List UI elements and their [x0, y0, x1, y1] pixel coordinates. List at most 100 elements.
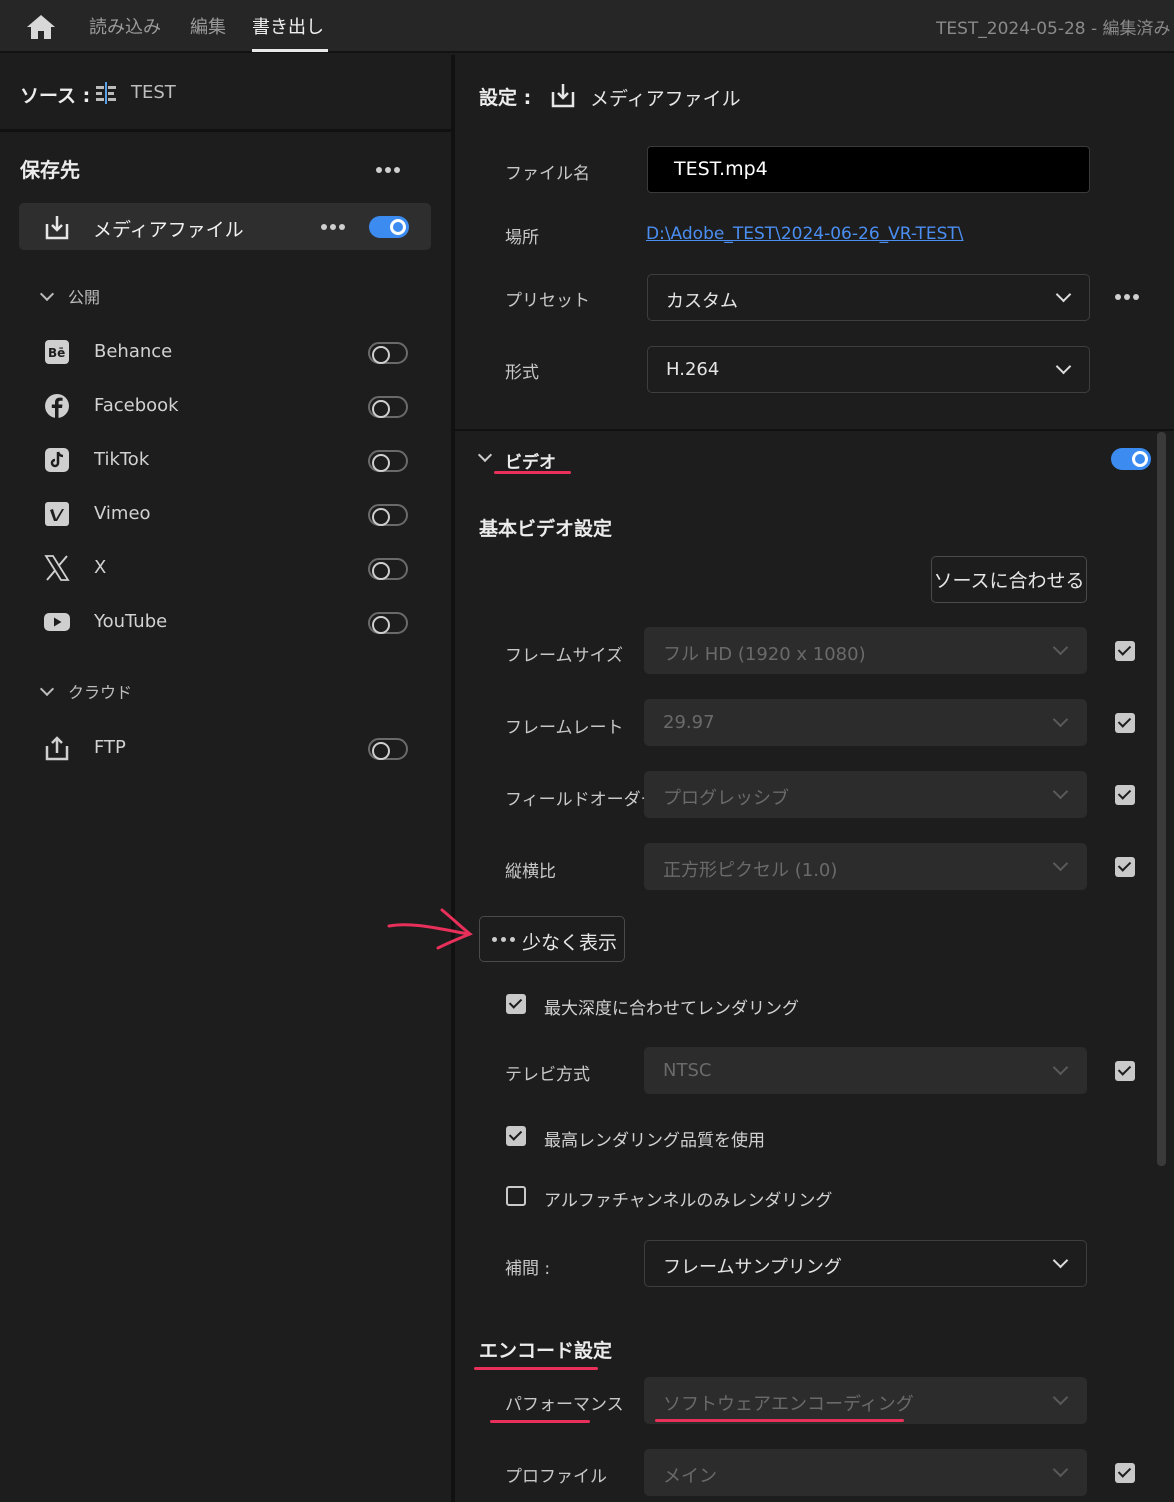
format-label: 形式: [505, 363, 539, 383]
tab-export[interactable]: 書き出し: [252, 13, 324, 39]
destinations-more-icon[interactable]: [376, 167, 404, 175]
frame-size-label: フレームサイズ: [505, 646, 623, 666]
alpha-only-label: アルファチャンネルのみレンダリング: [544, 1191, 833, 1211]
aspect-value: 正方形ピクセル (1.0): [663, 860, 838, 881]
profile-dropdown[interactable]: メイン: [644, 1449, 1087, 1496]
performance-value: ソフトウェアエンコーディング: [663, 1394, 914, 1415]
destination-ftp[interactable]: FTP: [0, 729, 451, 769]
youtube-toggle[interactable]: [368, 612, 408, 634]
source-name: TEST: [131, 82, 176, 103]
basic-video-title: 基本ビデオ設定: [479, 518, 613, 540]
behance-toggle[interactable]: [368, 342, 408, 364]
destination-behance[interactable]: Bē Behance: [0, 333, 451, 373]
destination-name: FTP: [94, 737, 126, 758]
ftp-toggle[interactable]: [368, 738, 408, 760]
performance-dropdown[interactable]: ソフトウェアエンコーディング: [644, 1377, 1087, 1424]
aspect-checkbox[interactable]: [1115, 857, 1135, 877]
more-icon: [492, 937, 516, 942]
download-icon: [45, 216, 69, 240]
chevron-down-icon: [39, 286, 55, 302]
annotation-underline: [494, 471, 571, 474]
max-quality-checkbox[interactable]: [506, 1126, 526, 1146]
facebook-toggle[interactable]: [368, 396, 408, 418]
vimeo-toggle[interactable]: [368, 504, 408, 526]
encode-settings-title: エンコード設定: [479, 1340, 613, 1362]
frame-rate-label: フレームレート: [505, 718, 624, 738]
field-order-value: プログレッシブ: [663, 788, 789, 809]
alpha-only-checkbox[interactable]: [506, 1186, 526, 1206]
destination-facebook[interactable]: Facebook: [0, 387, 451, 427]
chevron-down-icon: [1052, 855, 1069, 872]
max-quality-label: 最高レンダリング品質を使用: [544, 1131, 765, 1151]
tab-import[interactable]: 読み込み: [89, 13, 161, 39]
source-row: ソース : TEST: [0, 55, 451, 132]
destination-tiktok[interactable]: TikTok: [0, 441, 451, 481]
svg-text:Bē: Bē: [48, 346, 65, 360]
chevron-down-icon: [1052, 1461, 1069, 1478]
preset-label: プリセット: [505, 291, 590, 311]
max-depth-checkbox[interactable]: [506, 994, 526, 1014]
format-value: H.264: [666, 359, 720, 380]
top-bar: 読み込み 編集 書き出し TEST_2024-05-28 - 編集済み: [0, 0, 1174, 53]
frame-size-checkbox[interactable]: [1115, 641, 1135, 661]
destination-youtube[interactable]: YouTube: [0, 603, 451, 643]
annotation-underline: [474, 1367, 598, 1370]
frame-rate-checkbox[interactable]: [1115, 713, 1135, 733]
publish-group-header[interactable]: 公開: [39, 284, 101, 308]
destination-vimeo[interactable]: Vimeo: [0, 495, 451, 535]
tab-edit[interactable]: 編集: [190, 13, 226, 39]
preset-more-icon[interactable]: [1115, 294, 1143, 302]
destinations-panel: [0, 55, 451, 1502]
tv-standard-dropdown[interactable]: NTSC: [644, 1047, 1087, 1094]
interpolation-dropdown[interactable]: フレームサンプリング: [644, 1240, 1087, 1287]
frame-size-value: フル HD (1920 x 1080): [663, 644, 866, 665]
location-link[interactable]: D:\Adobe_TEST\2024-06-26_VR-TEST\: [646, 224, 964, 244]
media-file-toggle[interactable]: [369, 216, 409, 238]
performance-label: パフォーマンス: [505, 1395, 624, 1415]
frame-size-dropdown[interactable]: フル HD (1920 x 1080): [644, 627, 1087, 674]
field-order-dropdown[interactable]: プログレッシブ: [644, 771, 1087, 818]
cloud-group-label: クラウド: [68, 683, 133, 702]
publish-group-label: 公開: [68, 288, 101, 307]
cloud-group-header[interactable]: クラウド: [39, 679, 133, 703]
preset-dropdown[interactable]: カスタム: [647, 274, 1090, 321]
interpolation-label: 補間 :: [505, 1259, 551, 1279]
chevron-down-icon: [1052, 1252, 1069, 1269]
chevron-down-icon: [1052, 639, 1069, 656]
profile-checkbox[interactable]: [1115, 1463, 1135, 1483]
media-file-label: メディアファイル: [93, 219, 244, 241]
chevron-down-icon: [39, 681, 55, 697]
format-dropdown[interactable]: H.264: [647, 346, 1090, 393]
chevron-down-icon: [1052, 1389, 1069, 1406]
frame-rate-dropdown[interactable]: 29.97: [644, 699, 1087, 746]
tv-standard-checkbox[interactable]: [1115, 1061, 1135, 1081]
frame-rate-value: 29.97: [663, 712, 715, 733]
chevron-down-icon: [1052, 1059, 1069, 1076]
show-less-button[interactable]: 少なく表示: [479, 916, 625, 962]
filename-input[interactable]: TEST.mp4: [647, 146, 1090, 193]
show-less-label: 少なく表示: [522, 933, 618, 954]
facebook-icon: [45, 394, 69, 418]
home-icon[interactable]: [26, 14, 56, 40]
annotation-underline: [490, 1420, 590, 1423]
match-source-button[interactable]: ソースに合わせる: [931, 556, 1087, 603]
video-toggle[interactable]: [1111, 448, 1151, 470]
media-file-destination[interactable]: メディアファイル: [19, 203, 431, 250]
max-depth-label: 最大深度に合わせてレンダリング: [544, 999, 799, 1019]
aspect-dropdown[interactable]: 正方形ピクセル (1.0): [644, 843, 1087, 890]
video-section-title[interactable]: ビデオ: [505, 448, 556, 473]
download-icon: [551, 84, 575, 108]
settings-scrollbar[interactable]: [1157, 432, 1166, 1166]
settings-label: 設定 :: [479, 87, 532, 109]
filename-value: TEST.mp4: [674, 158, 768, 180]
field-order-checkbox[interactable]: [1115, 785, 1135, 805]
tiktok-toggle[interactable]: [368, 450, 408, 472]
destination-x[interactable]: X: [0, 549, 451, 589]
chevron-down-icon: [1052, 783, 1069, 800]
destination-name: Facebook: [94, 395, 179, 416]
media-file-more-icon[interactable]: [321, 224, 349, 232]
filename-label: ファイル名: [505, 164, 590, 184]
x-toggle[interactable]: [368, 558, 408, 580]
settings-target: メディアファイル: [590, 88, 741, 110]
destination-name: TikTok: [94, 449, 150, 470]
